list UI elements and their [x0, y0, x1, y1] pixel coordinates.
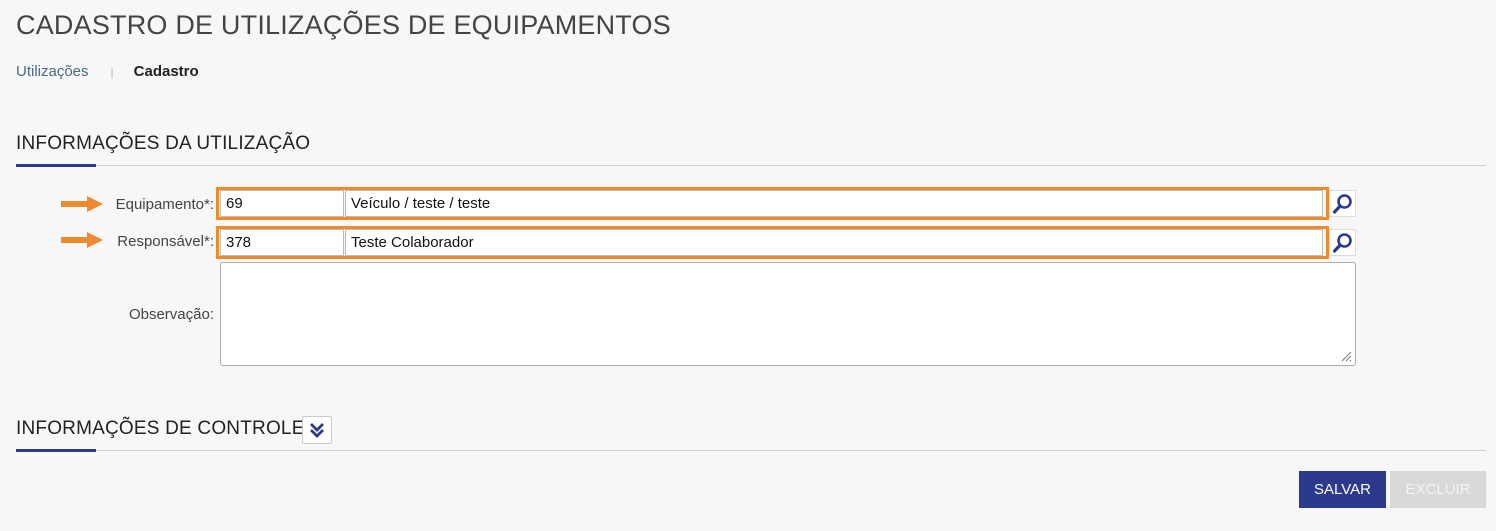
page-title: CADASTRO DE UTILIZAÇÕES DE EQUIPAMENTOS: [16, 10, 671, 40]
section-underline: [16, 164, 96, 167]
equipment-label: Equipamento*:: [115, 196, 214, 213]
section-header-control: INFORMAÇÕES DE CONTROLE: [16, 416, 1486, 452]
breadcrumb-link-utilizacoes[interactable]: Utilizações: [16, 63, 89, 80]
equipment-code-input[interactable]: [220, 190, 344, 217]
section-title-control: INFORMAÇÕES DE CONTROLE: [16, 418, 305, 439]
responsible-code-input[interactable]: [220, 229, 344, 256]
expand-control-button[interactable]: [302, 416, 332, 444]
breadcrumb: Utilizações | Cadastro: [16, 63, 199, 80]
equipment-search-button[interactable]: [1329, 190, 1356, 217]
search-icon: [1332, 193, 1352, 214]
breadcrumb-separator: |: [110, 64, 114, 79]
resize-grip-icon[interactable]: [1340, 350, 1352, 362]
section-title-usage: INFORMAÇÕES DA UTILIZAÇÃO: [16, 133, 311, 154]
equipment-description-input[interactable]: [345, 190, 1323, 217]
double-chevron-down-icon: [310, 423, 324, 438]
responsible-description-input[interactable]: [345, 229, 1323, 256]
search-icon: [1332, 232, 1352, 253]
section-underline: [16, 449, 96, 452]
delete-button[interactable]: EXCLUIR: [1390, 471, 1486, 508]
observation-label: Observação:: [128, 306, 214, 323]
save-button[interactable]: SALVAR: [1299, 471, 1386, 508]
responsible-search-button[interactable]: [1329, 229, 1356, 256]
breadcrumb-current: Cadastro: [133, 63, 199, 80]
responsible-label: Responsável*:: [117, 233, 214, 250]
section-header-usage: INFORMAÇÕES DA UTILIZAÇÃO: [16, 133, 1486, 167]
observation-textarea[interactable]: [220, 262, 1356, 366]
